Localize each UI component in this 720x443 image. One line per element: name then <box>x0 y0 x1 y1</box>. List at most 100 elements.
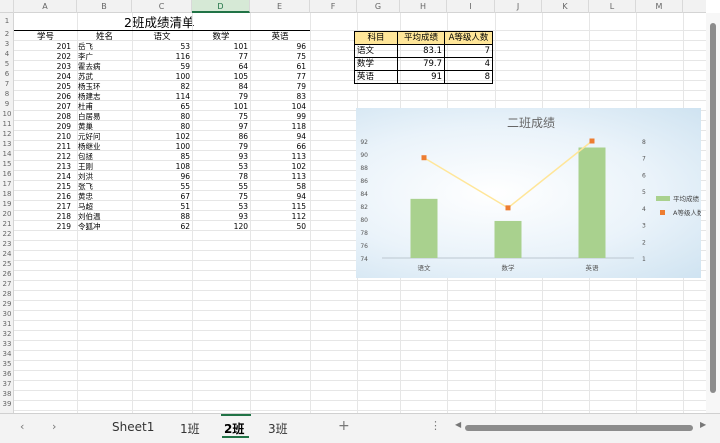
data-cell[interactable]: 刘洪 <box>78 172 133 182</box>
stats-cell[interactable]: 7 <box>444 44 493 58</box>
data-cell[interactable]: 马超 <box>78 202 133 212</box>
row-header[interactable]: 7 <box>0 79 14 89</box>
row-header[interactable]: 32 <box>0 329 14 339</box>
data-cell[interactable]: 66 <box>250 142 306 152</box>
data-cell[interactable]: 75 <box>250 52 306 62</box>
row-header[interactable]: 10 <box>0 109 14 119</box>
data-cell[interactable]: 包拯 <box>78 152 133 162</box>
data-cell[interactable]: 212 <box>14 152 71 162</box>
data-cell[interactable]: 霍去病 <box>78 62 133 72</box>
data-cell[interactable]: 116 <box>132 52 190 62</box>
row-header[interactable]: 36 <box>0 369 14 379</box>
column-header-j[interactable]: J <box>495 0 542 13</box>
data-cell[interactable]: 203 <box>14 62 71 72</box>
scroll-right-icon[interactable]: ▶ <box>700 420 706 429</box>
header-cell[interactable]: 学号 <box>14 32 77 42</box>
row-header[interactable]: 30 <box>0 309 14 319</box>
stats-cell[interactable]: 数学 <box>354 57 398 71</box>
column-header-c[interactable]: C <box>132 0 192 13</box>
column-header-a[interactable]: A <box>14 0 77 13</box>
column-header-d[interactable]: D <box>192 0 250 13</box>
header-cell[interactable]: 英语 <box>250 32 310 42</box>
data-cell[interactable]: 77 <box>250 72 306 82</box>
column-header-l[interactable]: L <box>589 0 636 13</box>
data-cell[interactable]: 杜甫 <box>78 102 133 112</box>
data-cell[interactable]: 苏武 <box>78 72 133 82</box>
data-cell[interactable]: 53 <box>192 162 248 172</box>
data-cell[interactable]: 杨玉环 <box>78 82 133 92</box>
data-cell[interactable]: 208 <box>14 112 71 122</box>
data-cell[interactable]: 207 <box>14 102 71 112</box>
data-cell[interactable]: 53 <box>192 202 248 212</box>
data-cell[interactable]: 219 <box>14 222 71 232</box>
data-cell[interactable]: 105 <box>192 72 248 82</box>
data-cell[interactable]: 78 <box>192 172 248 182</box>
column-header-m[interactable]: M <box>636 0 683 13</box>
row-header[interactable]: 17 <box>0 179 14 189</box>
stats-cell[interactable]: 79.7 <box>397 57 445 71</box>
data-cell[interactable]: 58 <box>250 182 306 192</box>
row-header[interactable]: 26 <box>0 269 14 279</box>
data-cell[interactable]: 206 <box>14 92 71 102</box>
row-header[interactable]: 11 <box>0 119 14 129</box>
data-cell[interactable]: 77 <box>192 52 248 62</box>
data-cell[interactable]: 99 <box>250 112 306 122</box>
data-cell[interactable]: 元好问 <box>78 132 133 142</box>
data-cell[interactable]: 80 <box>132 122 190 132</box>
row-header[interactable]: 27 <box>0 279 14 289</box>
row-header[interactable]: 21 <box>0 219 14 229</box>
row-header[interactable]: 29 <box>0 299 14 309</box>
tab-class3[interactable]: 3班 <box>268 420 288 437</box>
data-cell[interactable]: 218 <box>14 212 71 222</box>
data-cell[interactable]: 岳飞 <box>78 42 133 52</box>
data-cell[interactable]: 61 <box>250 62 306 72</box>
data-cell[interactable]: 101 <box>192 102 248 112</box>
row-header[interactable]: 28 <box>0 289 14 299</box>
column-header-g[interactable]: G <box>357 0 400 13</box>
horizontal-scroll-thumb[interactable] <box>465 425 693 431</box>
data-cell[interactable]: 102 <box>132 132 190 142</box>
stats-cell[interactable]: 语文 <box>354 44 398 58</box>
data-cell[interactable]: 79 <box>250 82 306 92</box>
data-cell[interactable]: 94 <box>250 192 306 202</box>
data-cell[interactable]: 214 <box>14 172 71 182</box>
data-cell[interactable]: 79 <box>192 142 248 152</box>
data-cell[interactable]: 王刚 <box>78 162 133 172</box>
data-cell[interactable]: 204 <box>14 72 71 82</box>
row-header[interactable]: 5 <box>0 59 14 69</box>
data-cell[interactable]: 80 <box>132 112 190 122</box>
data-cell[interactable]: 李广 <box>78 52 133 62</box>
data-cell[interactable]: 201 <box>14 42 71 52</box>
data-cell[interactable]: 210 <box>14 132 71 142</box>
data-cell[interactable]: 令狐冲 <box>78 222 133 232</box>
row-header[interactable]: 24 <box>0 249 14 259</box>
data-cell[interactable]: 100 <box>132 142 190 152</box>
row-header[interactable]: 8 <box>0 89 14 99</box>
data-cell[interactable]: 62 <box>132 222 190 232</box>
row-header[interactable]: 9 <box>0 99 14 109</box>
data-cell[interactable]: 215 <box>14 182 71 192</box>
data-cell[interactable]: 108 <box>132 162 190 172</box>
row-header[interactable]: 16 <box>0 169 14 179</box>
header-cell[interactable]: 语文 <box>132 32 192 42</box>
stats-cell[interactable]: 83.1 <box>397 44 445 58</box>
data-cell[interactable]: 张飞 <box>78 182 133 192</box>
data-cell[interactable]: 黄忠 <box>78 192 133 202</box>
data-cell[interactable]: 205 <box>14 82 71 92</box>
row-header[interactable]: 19 <box>0 199 14 209</box>
tab-class2[interactable]: 2班 <box>224 420 244 437</box>
column-header-b[interactable]: B <box>77 0 132 13</box>
header-cell[interactable]: 数学 <box>192 32 250 42</box>
stats-header-cell[interactable]: A等级人数 <box>444 31 493 45</box>
data-cell[interactable]: 杨建志 <box>78 92 133 102</box>
row-header[interactable]: 25 <box>0 259 14 269</box>
stats-cell[interactable]: 8 <box>444 70 493 84</box>
row-header[interactable]: 38 <box>0 389 14 399</box>
row-header[interactable]: 15 <box>0 159 14 169</box>
select-all-corner[interactable] <box>0 0 14 13</box>
data-cell[interactable]: 114 <box>132 92 190 102</box>
data-cell[interactable]: 216 <box>14 192 71 202</box>
column-header-i[interactable]: I <box>447 0 495 13</box>
data-cell[interactable]: 85 <box>132 152 190 162</box>
data-cell[interactable]: 51 <box>132 202 190 212</box>
